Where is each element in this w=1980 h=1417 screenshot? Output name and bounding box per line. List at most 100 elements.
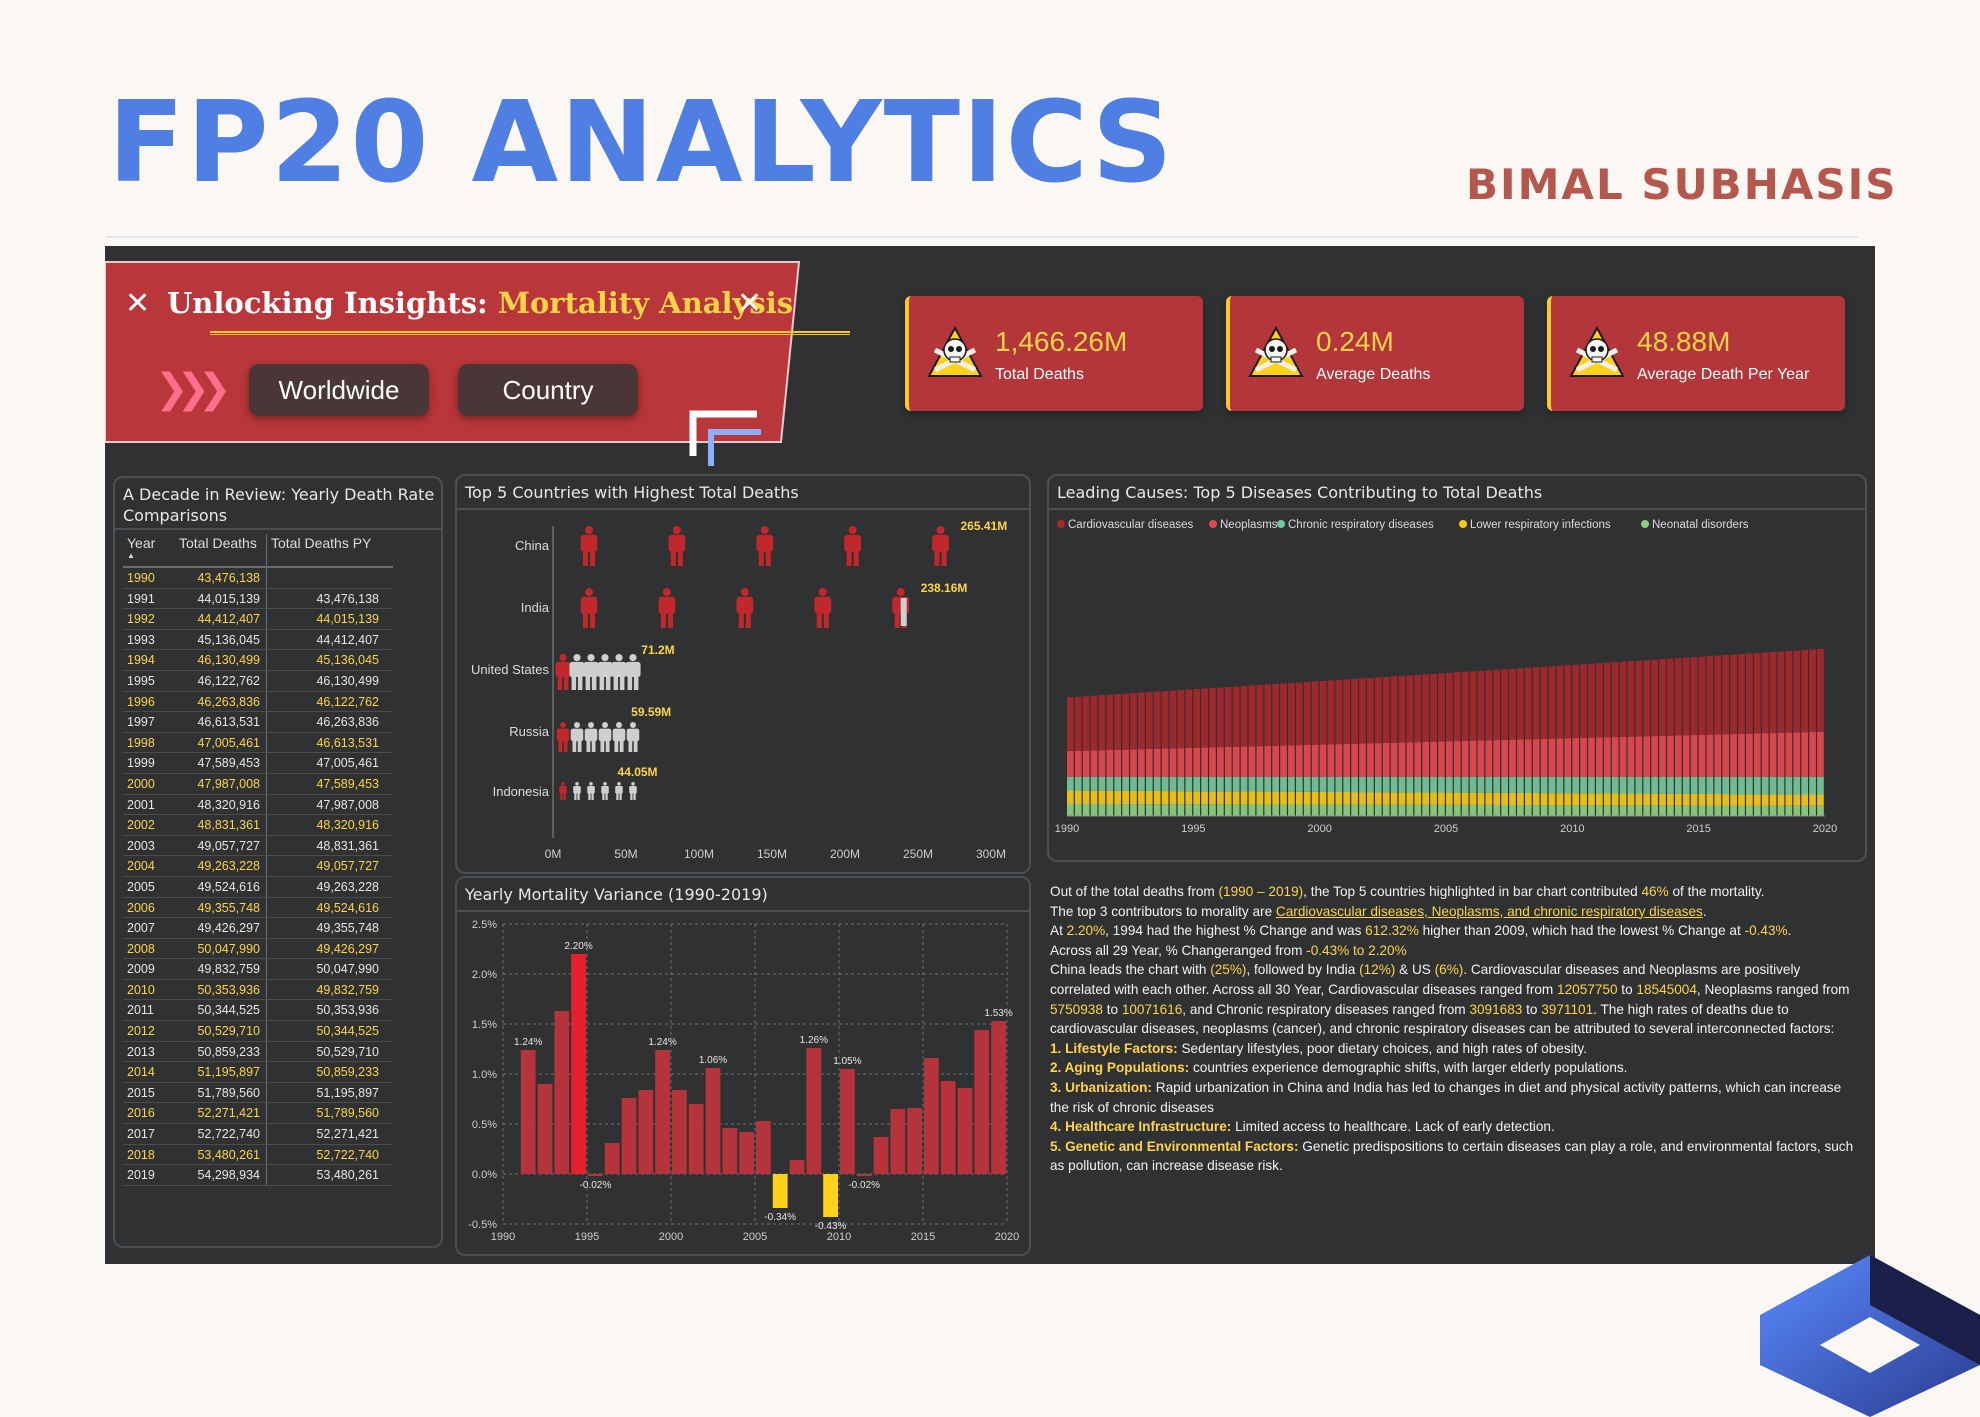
table-row[interactable]: 2006 49,355,748 49,524,616 xyxy=(123,897,393,919)
variance-bar[interactable] xyxy=(688,1104,704,1174)
area-segment xyxy=(1390,676,1398,743)
legend-item[interactable]: Neoplasms xyxy=(1209,519,1278,531)
table-row[interactable]: 2013 50,859,233 50,529,710 xyxy=(123,1041,393,1063)
country-row[interactable]: India 238.16M xyxy=(521,581,968,628)
header-year-label: Year xyxy=(127,535,156,551)
table-row[interactable]: 2019 54,298,934 53,480,261 xyxy=(123,1165,393,1186)
area-segment xyxy=(1690,657,1698,736)
table-row[interactable]: 1994 46,130,499 45,136,045 xyxy=(123,650,393,671)
variance-bar[interactable] xyxy=(789,1160,805,1174)
legend-item[interactable]: Neonatal disorders xyxy=(1641,519,1749,531)
column-header-year[interactable]: Year ▲ xyxy=(123,534,173,566)
total-deaths-py-cell: 50,353,936 xyxy=(316,1003,379,1018)
area-segment xyxy=(1698,656,1706,735)
variance-bar[interactable] xyxy=(840,1069,855,1174)
y-tick-label: 2.5% xyxy=(472,919,497,931)
table-row[interactable]: 2004 49,263,228 49,057,727 xyxy=(123,856,393,877)
table-row[interactable]: 1992 44,412,407 44,015,139 xyxy=(123,609,393,630)
variance-bar[interactable] xyxy=(823,1174,838,1217)
table-row[interactable]: 2010 50,353,936 49,832,759 xyxy=(123,979,393,1001)
area-segment xyxy=(1367,792,1374,805)
narrative-text: Sedentary lifestyles, poor dietary choic… xyxy=(1177,1040,1587,1056)
table-row[interactable]: 1993 45,136,045 44,412,407 xyxy=(123,629,393,651)
variance-bar[interactable] xyxy=(672,1090,687,1174)
table-row[interactable]: 2017 52,722,740 52,271,421 xyxy=(123,1124,393,1145)
area-segment xyxy=(1801,805,1809,816)
worldwide-button[interactable]: Worldwide xyxy=(249,364,429,416)
table-row[interactable]: 2008 50,047,990 49,426,297 xyxy=(123,938,393,960)
table-row[interactable]: 1997 46,613,531 46,263,836 xyxy=(123,712,393,733)
legend-label: Neonatal disorders xyxy=(1652,519,1749,531)
table-row[interactable]: 2000 47,987,008 47,589,453 xyxy=(123,773,393,795)
variance-bar[interactable] xyxy=(907,1108,922,1174)
variance-bar[interactable] xyxy=(655,1050,670,1174)
legend-item[interactable]: Cardiovascular diseases xyxy=(1057,519,1194,531)
variance-bar[interactable] xyxy=(924,1058,939,1174)
variance-bar[interactable] xyxy=(554,1011,570,1174)
country-row[interactable]: China 265.41M xyxy=(515,519,1007,566)
variance-bar[interactable] xyxy=(638,1090,654,1174)
legend-item[interactable]: Chronic respiratory diseases xyxy=(1277,519,1434,531)
table-row[interactable]: 2018 53,480,261 52,722,740 xyxy=(123,1144,393,1166)
variance-bar[interactable] xyxy=(957,1088,973,1174)
area-segment xyxy=(1217,791,1224,805)
column-header-total-deaths-py[interactable]: Total Deaths PY xyxy=(267,534,385,566)
country-button[interactable]: Country xyxy=(458,364,638,416)
variance-bar[interactable] xyxy=(873,1137,889,1174)
variance-bar[interactable] xyxy=(974,1030,990,1174)
data-label: 2.20% xyxy=(564,941,592,952)
table-row[interactable]: 2011 50,344,525 50,353,936 xyxy=(123,1000,393,1022)
table-row[interactable]: 2007 49,426,297 49,355,748 xyxy=(123,918,393,939)
area-segment xyxy=(1280,804,1287,816)
area-segment xyxy=(1153,804,1161,816)
variance-bar[interactable] xyxy=(806,1048,822,1174)
table-row[interactable]: 2012 50,529,710 50,344,525 xyxy=(123,1021,393,1042)
country-row[interactable]: United States 71.2M xyxy=(471,643,675,690)
variance-bar[interactable] xyxy=(571,954,586,1174)
country-row[interactable]: Russia 59.59M xyxy=(509,705,671,752)
variance-bar[interactable] xyxy=(588,1174,603,1176)
variance-bar[interactable] xyxy=(520,1050,536,1174)
table-row[interactable]: 1991 44,015,139 43,476,138 xyxy=(123,588,393,610)
area-segment xyxy=(1422,792,1430,805)
table-row[interactable]: 1990 43,476,138 xyxy=(123,568,393,589)
area-segment xyxy=(1153,691,1161,749)
table-row[interactable]: 1999 47,589,453 47,005,461 xyxy=(123,753,393,774)
variance-bar[interactable] xyxy=(940,1081,956,1174)
variance-bar[interactable] xyxy=(705,1068,721,1174)
table-row[interactable]: 2005 49,524,616 49,263,228 xyxy=(123,876,393,898)
area-segment xyxy=(1382,804,1390,816)
variance-bar[interactable] xyxy=(621,1098,637,1174)
area-segment xyxy=(1122,790,1129,805)
table-row[interactable]: 1995 46,122,762 46,130,499 xyxy=(123,670,393,692)
country-row[interactable]: Indonesia 44.05M xyxy=(493,765,658,812)
variance-bar[interactable] xyxy=(756,1121,771,1174)
area-segment xyxy=(1217,747,1224,777)
area-segment xyxy=(1777,651,1785,733)
variance-bar[interactable] xyxy=(537,1084,553,1174)
area-segment xyxy=(1090,750,1098,777)
column-header-total-deaths[interactable]: Total Deaths xyxy=(173,534,267,566)
variance-bar[interactable] xyxy=(991,1021,1006,1174)
table-row[interactable]: 2001 48,320,916 47,987,008 xyxy=(123,794,393,816)
legend-item[interactable]: Lower respiratory infections xyxy=(1459,519,1611,531)
total-deaths-cell: 49,057,727 xyxy=(173,835,267,856)
table-row[interactable]: 1996 46,263,836 46,122,762 xyxy=(123,691,393,713)
variance-bar[interactable] xyxy=(856,1174,872,1176)
table-row[interactable]: 2009 49,832,759 50,047,990 xyxy=(123,959,393,980)
area-segment xyxy=(1185,748,1193,777)
table-row[interactable]: 2002 48,831,361 48,320,916 xyxy=(123,815,393,836)
variance-bar[interactable] xyxy=(722,1128,738,1174)
table-row[interactable]: 2016 52,271,421 51,789,560 xyxy=(123,1103,393,1125)
variance-bar[interactable] xyxy=(604,1143,620,1174)
table-row[interactable]: 2003 49,057,727 48,831,361 xyxy=(123,835,393,857)
table-row[interactable]: 2014 51,195,897 50,859,233 xyxy=(123,1062,393,1083)
table-row[interactable]: 2015 51,789,560 51,195,897 xyxy=(123,1082,393,1104)
variance-bar[interactable] xyxy=(772,1174,788,1208)
variance-bar[interactable] xyxy=(739,1132,754,1174)
area-segment xyxy=(1501,792,1508,805)
area-segment xyxy=(1374,677,1382,744)
variance-bar[interactable] xyxy=(890,1109,906,1174)
table-row[interactable]: 1998 47,005,461 46,613,531 xyxy=(123,732,393,754)
area-segment xyxy=(1288,745,1295,777)
